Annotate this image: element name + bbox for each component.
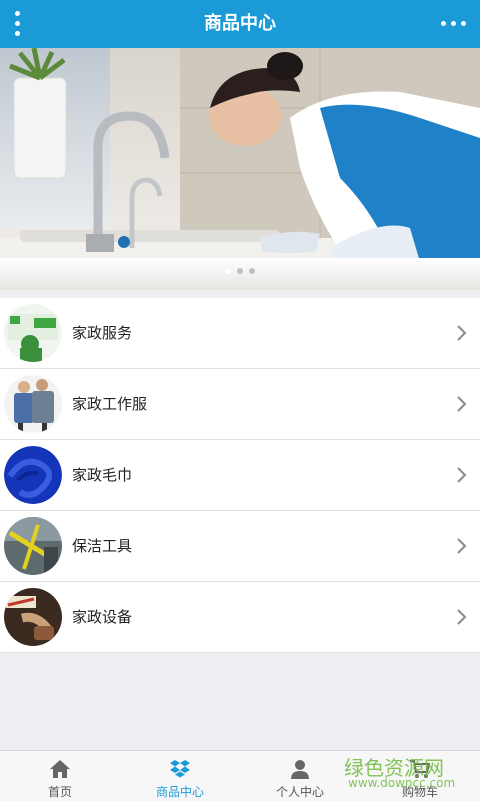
banner-counter-edge <box>0 258 480 290</box>
tab-products[interactable]: 商品中心 <box>120 751 240 801</box>
tab-home[interactable]: 首页 <box>0 751 120 801</box>
cleaning-tools-thumb <box>4 517 62 575</box>
bottom-tab-bar: 首页 商品中心 个人中心 购物车 <box>0 750 480 801</box>
workwear-thumb <box>4 375 62 433</box>
towel-thumb <box>4 446 62 504</box>
chevron-right-icon <box>457 538 467 554</box>
category-list: 家政服务 家政工作服 家政毛巾 保洁工具 家政设备 <box>0 298 480 653</box>
tab-label: 个人中心 <box>275 785 324 799</box>
carousel-dot[interactable] <box>237 268 243 274</box>
category-item-cleaning-tools[interactable]: 保洁工具 <box>0 511 480 582</box>
carousel-indicators <box>0 268 480 274</box>
tab-profile[interactable]: 个人中心 <box>240 751 360 801</box>
chevron-right-icon <box>457 609 467 625</box>
more-options-button[interactable] <box>440 14 468 34</box>
carousel-dot[interactable] <box>225 268 231 274</box>
tab-label: 购物车 <box>401 785 438 799</box>
dropbox-icon <box>170 760 190 778</box>
app-header: 商品中心 <box>0 0 480 48</box>
category-label: 保洁工具 <box>72 537 133 555</box>
category-label: 家政服务 <box>72 324 133 342</box>
category-label: 家政毛巾 <box>72 466 133 484</box>
chevron-right-icon <box>457 325 467 341</box>
chevron-right-icon <box>457 467 467 483</box>
page-title: 商品中心 <box>204 13 276 34</box>
category-item-equipment[interactable]: 家政设备 <box>0 582 480 653</box>
banner-photo-illustration <box>0 48 480 290</box>
category-item-workwear[interactable]: 家政工作服 <box>0 369 480 440</box>
category-item-towel[interactable]: 家政毛巾 <box>0 440 480 511</box>
category-label: 家政设备 <box>72 608 133 626</box>
banner-carousel[interactable] <box>0 48 480 290</box>
tab-label: 商品中心 <box>155 785 204 799</box>
user-icon <box>291 760 309 779</box>
carousel-dot[interactable] <box>249 268 255 274</box>
home-icon <box>50 760 70 778</box>
cart-icon <box>410 760 431 778</box>
category-item-cleaning-service[interactable]: 家政服务 <box>0 298 480 369</box>
cleaning-service-thumb <box>4 304 62 362</box>
chevron-right-icon <box>457 396 467 412</box>
category-label: 家政工作服 <box>72 395 148 413</box>
tab-cart[interactable]: 购物车 <box>360 751 480 801</box>
equipment-thumb <box>4 588 62 646</box>
tab-label: 首页 <box>47 785 72 799</box>
